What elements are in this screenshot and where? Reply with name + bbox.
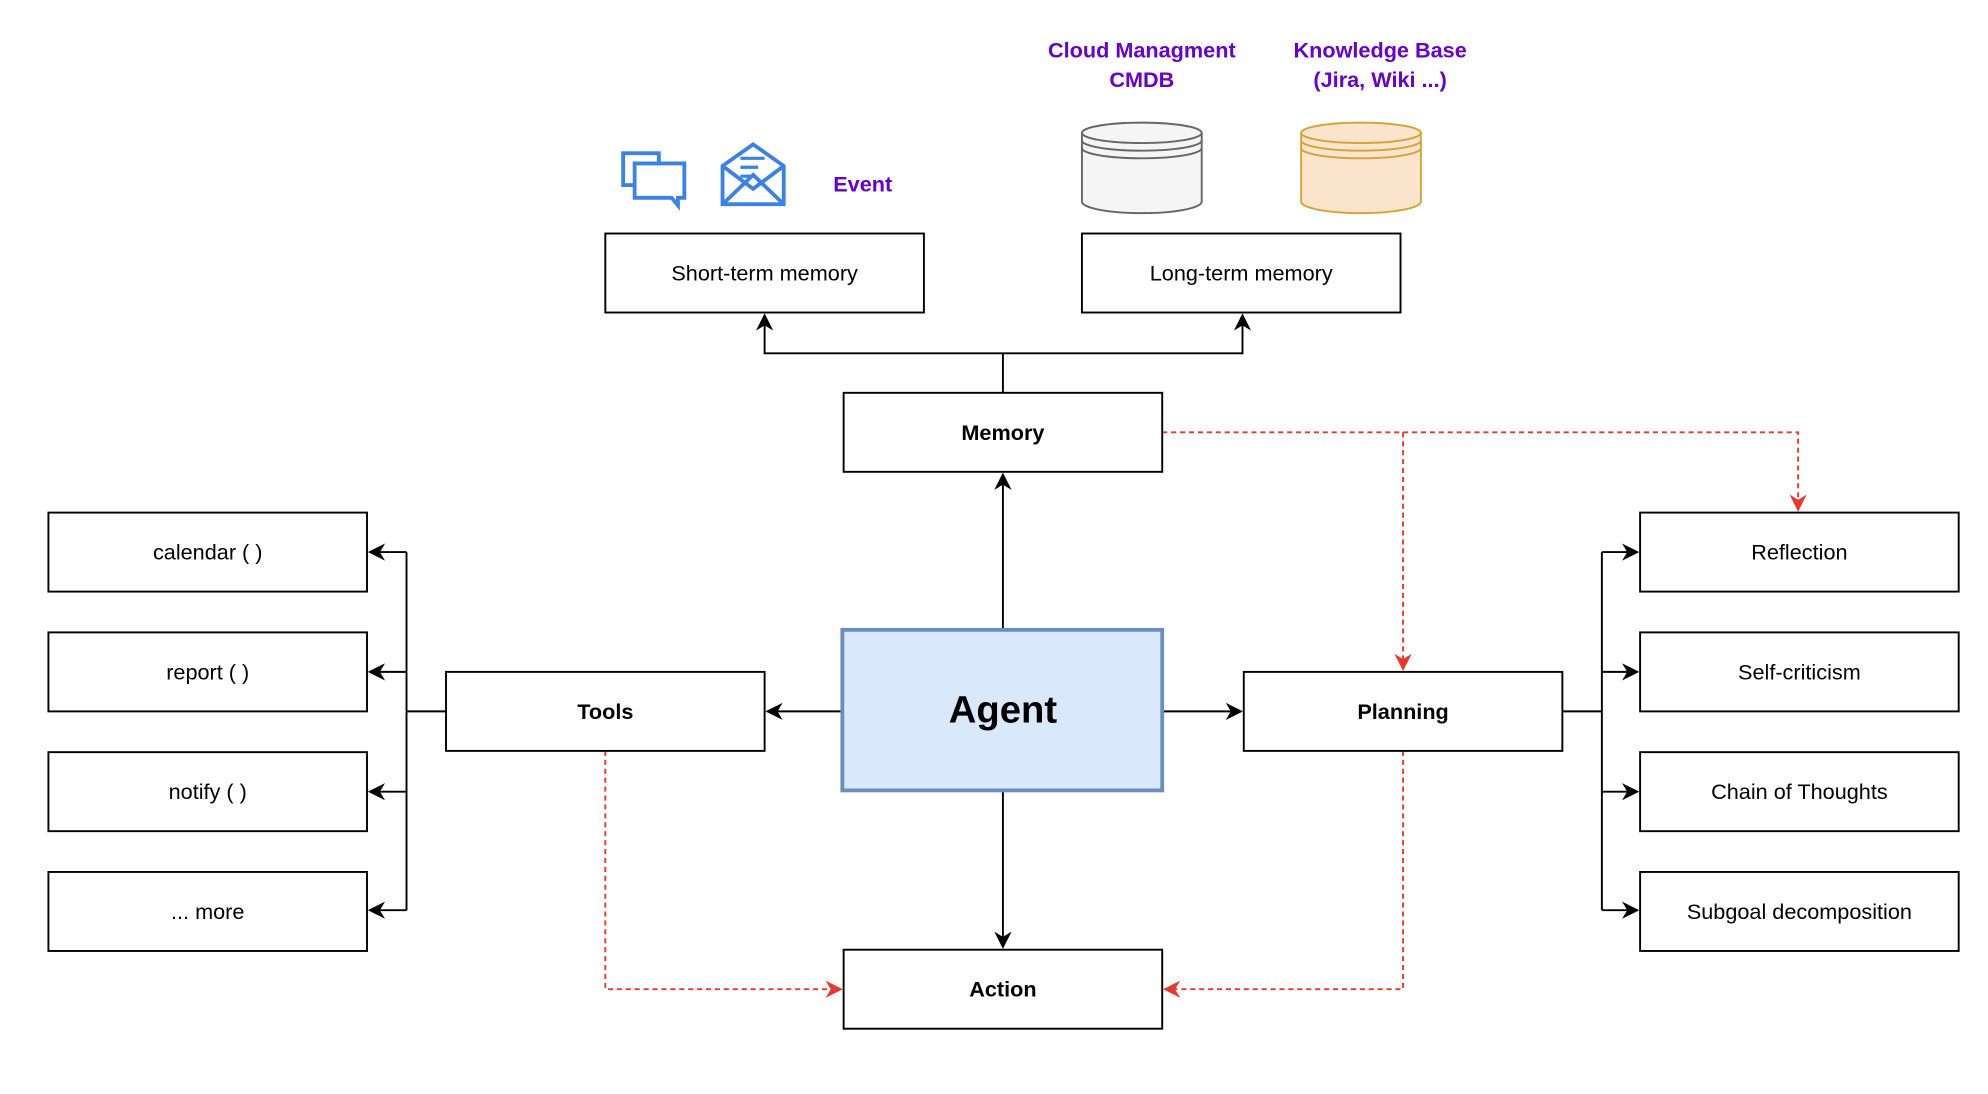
node-label: notify ( )	[169, 779, 247, 804]
node-label: Chain of Thoughts	[1711, 779, 1888, 804]
node-planning[interactable]: Planning	[1242, 670, 1564, 752]
node-label: Long-term memory	[1150, 261, 1333, 286]
node-label: Action	[969, 977, 1036, 1002]
cmdb-note: Cloud Managment	[1048, 38, 1236, 63]
node-memory[interactable]: Memory	[842, 391, 1164, 473]
node-label: Planning	[1357, 699, 1448, 724]
node-short-term-memory[interactable]: Short-term memory	[604, 232, 925, 314]
database-icon	[1080, 121, 1203, 215]
kb-note: (Jira, Wiki ...)	[1313, 67, 1446, 92]
node-label: Agent	[949, 689, 1058, 732]
node-label: Short-term memory	[671, 261, 858, 286]
node-label: ... more	[171, 899, 244, 924]
cmdb-note: CMDB	[1109, 67, 1174, 92]
plan-self-criticism[interactable]: Self-criticism	[1639, 631, 1960, 713]
tool-report[interactable]: report ( )	[47, 631, 368, 713]
node-label: Self-criticism	[1738, 659, 1861, 684]
node-label: Subgoal decomposition	[1687, 899, 1912, 924]
node-label: Reflection	[1751, 540, 1847, 565]
database-icon	[1300, 121, 1422, 215]
node-tools[interactable]: Tools	[445, 670, 766, 752]
tool-more[interactable]: ... more	[47, 871, 368, 952]
chat-icon	[621, 151, 687, 211]
node-label: Tools	[577, 699, 633, 724]
node-agent[interactable]: Agent	[840, 627, 1165, 793]
node-action[interactable]: Action	[842, 948, 1164, 1030]
event-note: Event	[833, 171, 892, 196]
tool-calendar[interactable]: calendar ( )	[47, 511, 368, 593]
agent-diagram: Short-term memory Long-term memory Memor…	[47, 38, 1960, 1030]
plan-chain-of-thoughts[interactable]: Chain of Thoughts	[1639, 751, 1960, 833]
node-label: Memory	[961, 420, 1044, 445]
plan-subgoal-decomposition[interactable]: Subgoal decomposition	[1639, 871, 1960, 952]
node-long-term-memory[interactable]: Long-term memory	[1080, 232, 1402, 314]
node-label: calendar ( )	[153, 540, 263, 565]
kb-note: Knowledge Base	[1293, 38, 1466, 63]
node-label: report ( )	[166, 659, 249, 684]
plan-reflection[interactable]: Reflection	[1639, 511, 1960, 593]
email-icon	[720, 141, 786, 207]
tool-notify[interactable]: notify ( )	[47, 751, 368, 833]
